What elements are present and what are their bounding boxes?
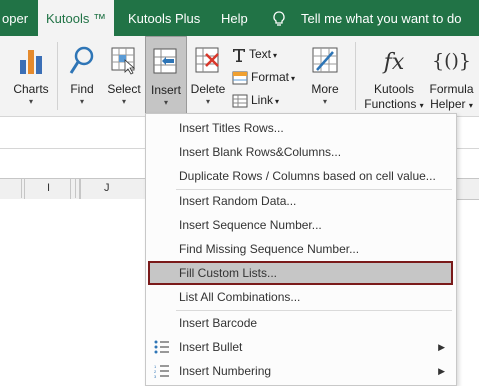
submenu-arrow-icon: ▶ [438,366,445,376]
tell-me-search[interactable]: Tell me what you want to do [301,0,471,36]
delete-button[interactable]: Delete ▾ [188,36,228,116]
text-label: Text [249,47,272,61]
chevron-down-icon: ▾ [275,97,280,106]
visible-column-headers: I J [0,178,145,198]
select-range-icon [111,47,136,75]
menu-item-find-missing-sequence-number[interactable]: Find Missing Sequence Number... [148,238,453,260]
text-t-icon [233,48,245,62]
menu-item-duplicate-rows-columns[interactable]: Duplicate Rows / Columns based on cell v… [148,165,453,187]
ribbon: Charts ▾ Find ▾ Select ▾ Insert ▾ Delete… [0,36,479,116]
kutools-functions-button[interactable]: fx Kutools Functions ▾ [364,36,424,116]
find-label: Find [70,82,94,96]
tab-developer[interactable]: oper [0,0,38,36]
insert-dropdown-menu: Insert Titles Rows... Insert Blank Rows&… [145,113,457,386]
charts-label: Charts [13,82,49,96]
chevron-down-icon: ▾ [322,97,327,106]
menu-item-insert-barcode[interactable]: Insert Barcode [148,312,453,334]
insert-label: Insert [150,83,181,97]
numbered-list-icon: 1 2 3 [154,364,169,378]
more-label: More [311,82,339,96]
menu-item-insert-titles-rows[interactable]: Insert Titles Rows... [148,117,453,139]
chevron-down-icon: ▾ [163,98,168,107]
cell-grid[interactable] [0,199,145,384]
menu-separator [176,310,452,311]
formula-braces-icon: {()} [431,50,472,72]
column-header-j[interactable]: J [76,178,145,198]
link-label: Link [251,93,274,107]
select-button[interactable]: Select ▾ [104,36,144,116]
column-header-h[interactable] [0,178,22,198]
link-icon [232,94,248,108]
tab-kutools-plus[interactable]: Kutools Plus [128,0,214,36]
tab-kutools[interactable]: Kutools ™ [38,0,114,36]
menu-item-insert-sequence-number[interactable]: Insert Sequence Number... [148,214,453,236]
menu-item-fill-custom-lists[interactable]: Fill Custom Lists... [148,261,453,285]
find-button[interactable]: Find ▾ [62,36,102,116]
svg-text:3: 3 [154,374,157,378]
link-button[interactable]: Link ▾ [232,90,279,110]
delete-icon [195,47,219,73]
column-header-i[interactable]: I [22,178,76,198]
kutools-functions-label-1: Kutools [373,82,415,96]
formula-helper-label-1: Formula [429,82,474,96]
magnifier-icon [69,46,94,74]
menu-item-insert-numbering[interactable]: 1 2 3 Insert Numbering ▶ [148,360,453,382]
format-button[interactable]: Format ▾ [232,67,295,87]
chevron-down-icon: ▾ [273,51,278,60]
bullet-list-icon [154,340,169,354]
chevron-down-icon: ▾ [291,74,296,83]
delete-label: Delete [190,82,226,96]
kutools-functions-label-2: Functions ▾ [364,97,424,111]
format-label: Format [251,70,290,84]
chevron-down-icon: ▾ [28,97,33,106]
chevron-down-icon: ▾ [79,97,84,106]
submenu-arrow-icon: ▶ [438,342,445,352]
ribbon-separator [57,42,58,110]
more-button[interactable]: More ▾ [304,36,346,116]
fx-icon: fx [383,50,405,75]
select-label: Select [107,82,141,96]
insert-rows-icon [153,48,177,74]
ribbon-tab-bar: oper Kutools ™ Kutools Plus Help Tell me… [0,0,479,36]
insert-button[interactable]: Insert ▾ [145,36,187,116]
chevron-down-icon: ▾ [121,97,126,106]
formula-helper-button[interactable]: {()} Formula Helper ▾ [424,36,479,116]
bar-chart-icon [20,50,42,74]
menu-item-list-all-combinations[interactable]: List All Combinations... [148,286,453,308]
more-tools-icon [312,47,338,73]
menu-item-insert-bullet[interactable]: Insert Bullet ▶ [148,336,453,358]
ribbon-separator [355,42,356,110]
menu-item-insert-random-data[interactable]: Insert Random Data... [148,190,453,212]
format-icon [232,71,248,85]
menu-item-insert-blank-rows-columns[interactable]: Insert Blank Rows&Columns... [148,141,453,163]
tab-help[interactable]: Help [221,0,251,36]
text-button[interactable]: Text ▾ [232,44,277,64]
lightbulb-icon [273,11,285,26]
formula-helper-label-2: Helper ▾ [430,97,473,111]
charts-button[interactable]: Charts ▾ [8,36,54,116]
chevron-down-icon: ▾ [205,97,210,106]
